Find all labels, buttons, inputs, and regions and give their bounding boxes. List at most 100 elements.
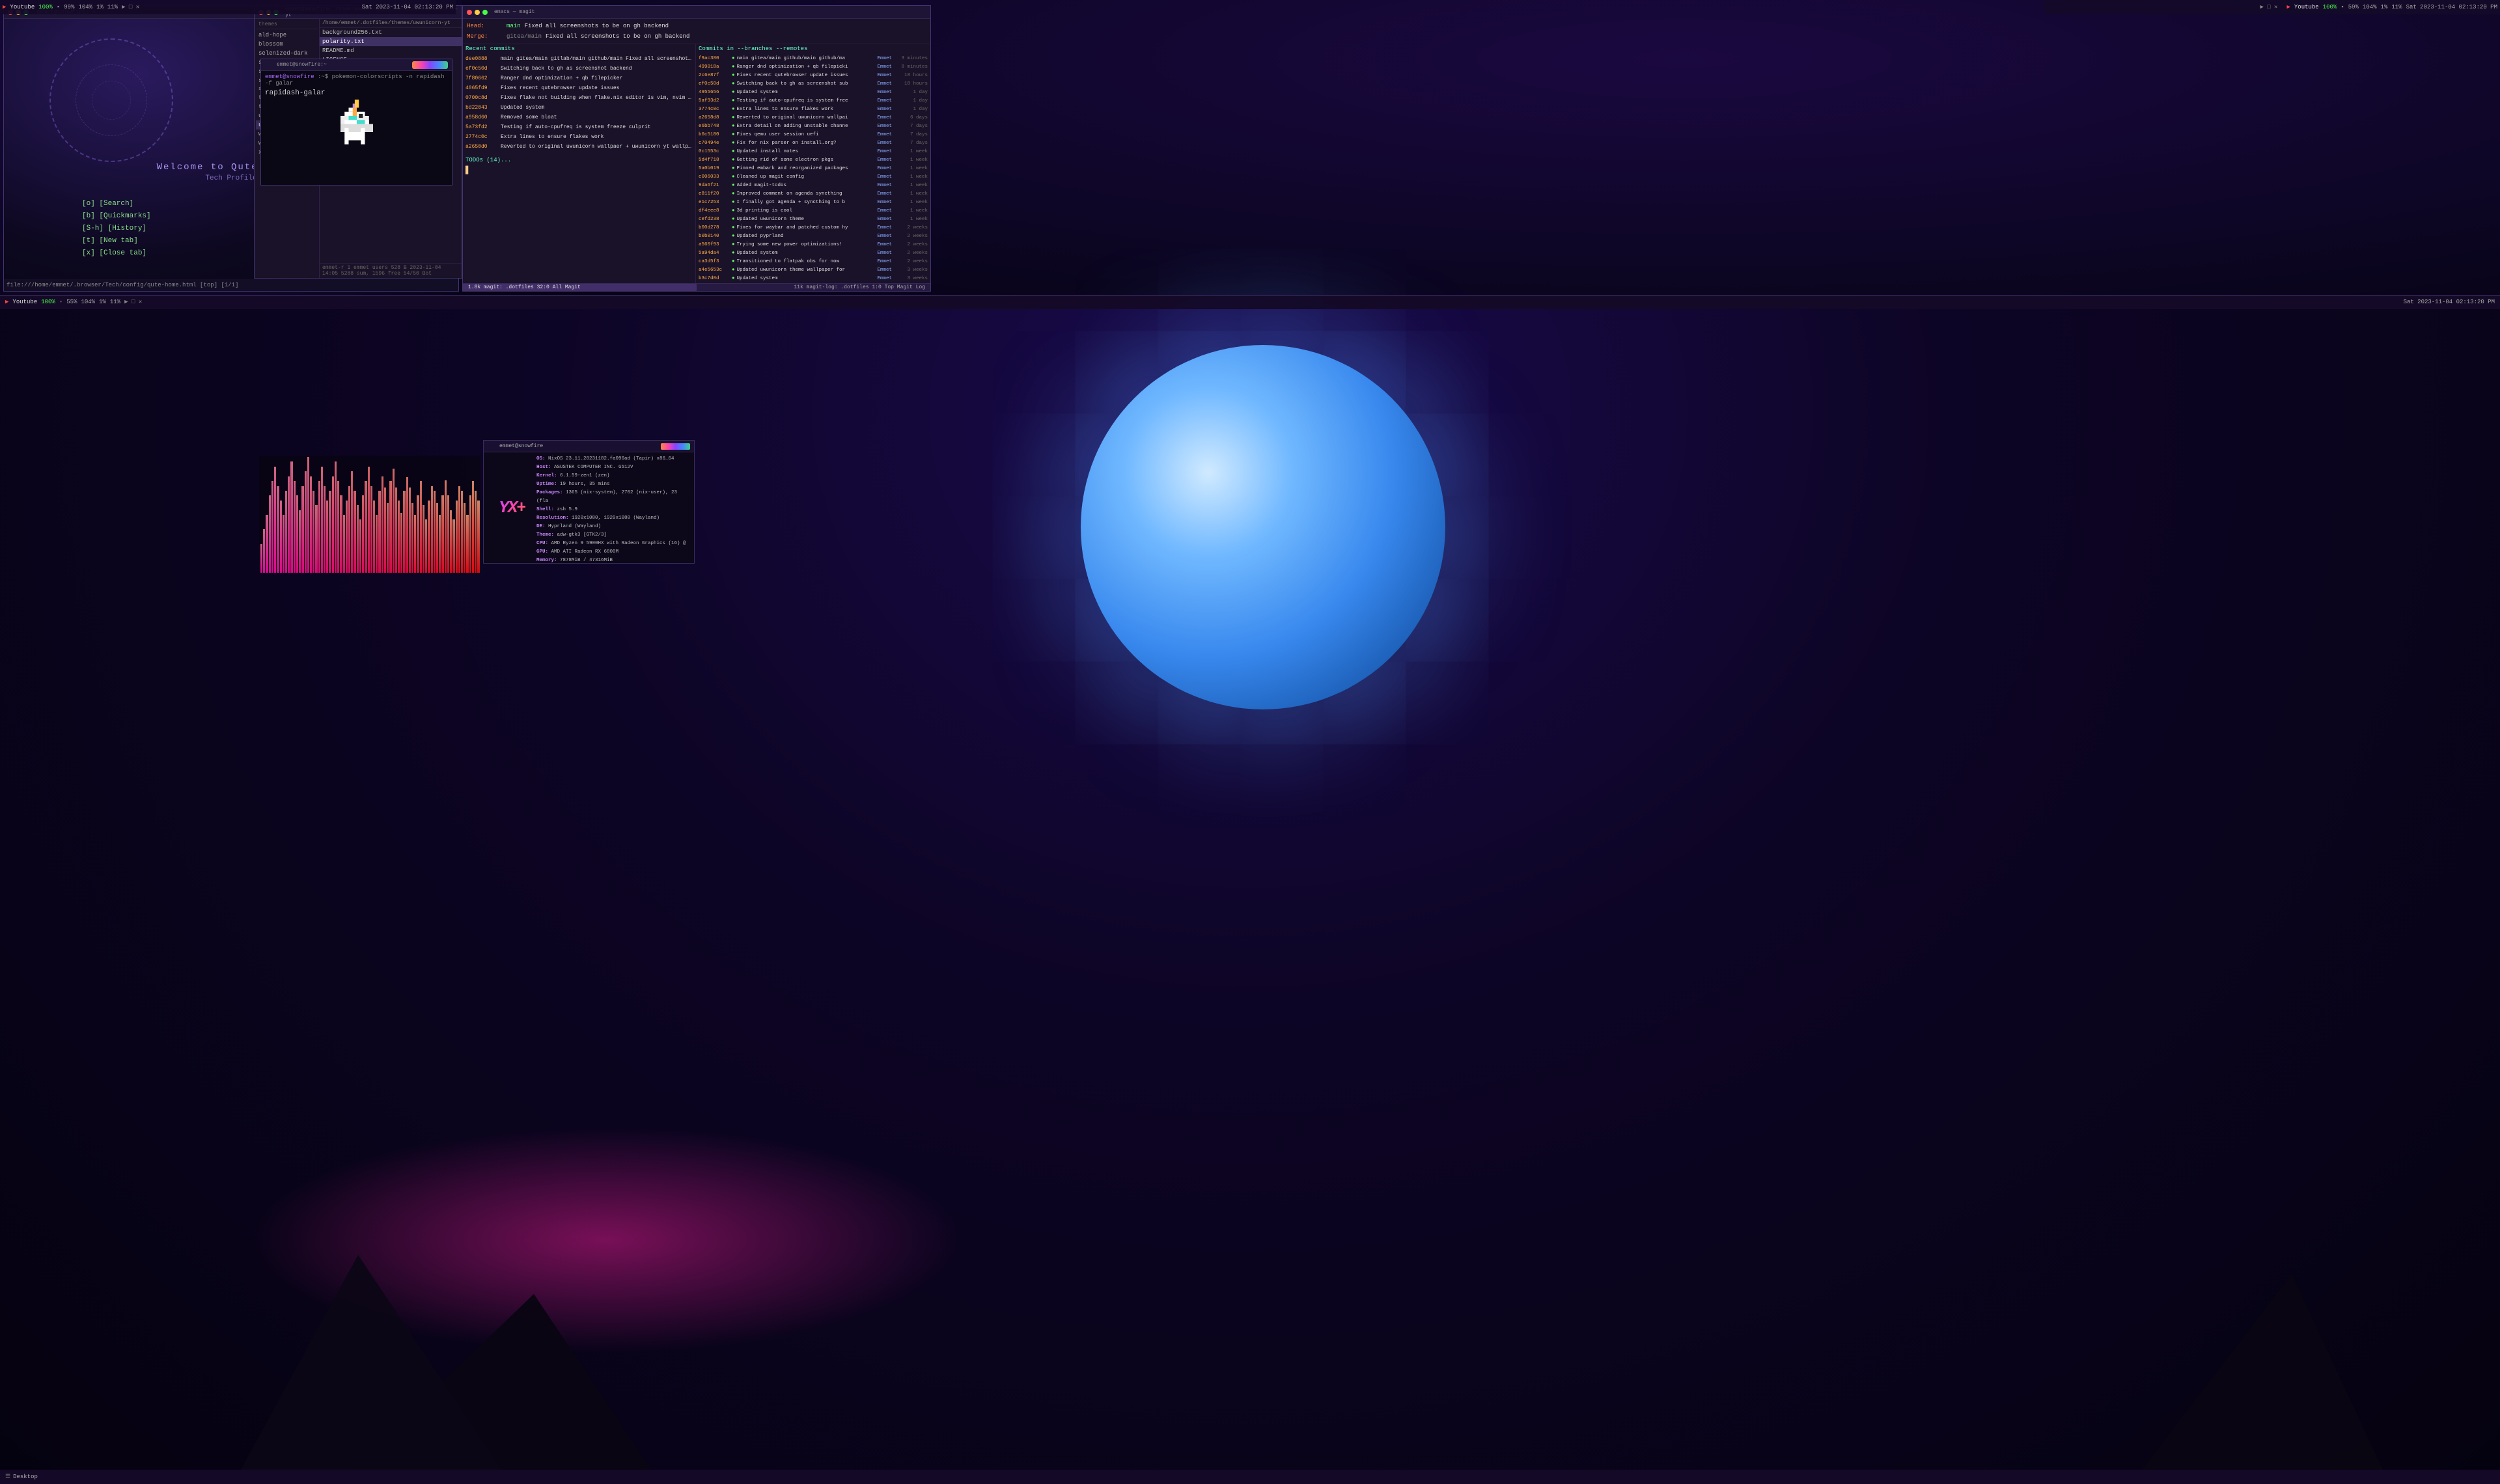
taskbar-app-label-right[interactable]: Youtube — [2294, 4, 2319, 10]
bottom-taskbar: ▶ Youtube 100% ▪ 55% 104% 1% 11% ▶ □ ✕ S… — [0, 295, 2500, 309]
viz-bar-12 — [294, 481, 296, 573]
emacs-max-dot[interactable] — [482, 10, 488, 15]
magit-log-row-7: a2658d8 ● Reverted to original uwunicorn… — [699, 113, 928, 122]
magit-log-rows: f9ac380 ● main gitea/main github/main gi… — [699, 54, 928, 283]
magit-log-row-0: f9ac380 ● main gitea/main github/main gi… — [699, 54, 928, 62]
viz-bar-22 — [321, 467, 323, 573]
rapidash-pokemon-name: rapidash-galar — [265, 89, 325, 97]
qb-menu-item-quickmarks[interactable]: [b] [Quickmarks] — [82, 210, 151, 223]
viz-bar-51 — [400, 513, 402, 573]
magit-log-row-17: e1c7253 ● I finally got agenda + syncthi… — [699, 198, 928, 206]
nf-os-row: OS: NixOS 23.11.20231182.fa090ad (Tapir)… — [536, 455, 690, 463]
emacs-header: Head: main Fixed all screenshots to be o… — [463, 19, 930, 44]
fm-sidebar-item-sel-dark1[interactable]: selenized-dark — [256, 49, 318, 58]
fm-file-polarity[interactable]: polarity.txt — [320, 37, 462, 46]
magit-log-row-20: b00d278 ● Fixes for waybar and patched c… — [699, 223, 928, 232]
magit-log-row-5: 5af93d2 ● Testing if auto-cpufreq is sys… — [699, 96, 928, 105]
fm-sidebar-item-ald-hope[interactable]: ald-hope — [256, 31, 318, 40]
fm-sidebar-item-blossom[interactable]: blossom — [256, 40, 318, 49]
emacs-main: Recent commits dee0888 main gitea/main g… — [463, 44, 930, 283]
viz-bar-67 — [445, 480, 447, 573]
magit-log-row-21: b0b0140 ● Updated pyprland Emmet 2 weeks — [699, 232, 928, 240]
viz-bar-0 — [260, 544, 262, 573]
viz-bar-59 — [423, 505, 424, 573]
viz-bar-4 — [271, 481, 273, 573]
taskbar-datetime-left: Sat 2023-11-04 02:13:20 PM — [362, 4, 453, 10]
viz-bar-66 — [441, 495, 443, 573]
nf-uptime-row: Uptime: 19 hours, 35 mins — [536, 480, 690, 489]
magit-log-row-15: 9da6f21 ● Added magit-todos Emmet 1 week — [699, 181, 928, 189]
taskbar-indicator-1: ▪ — [57, 4, 60, 10]
viz-bar-18 — [310, 476, 312, 573]
monitor-divider-line — [0, 295, 2500, 296]
taskbar-battery-right: 100% — [2323, 4, 2337, 10]
fm-file-bg256[interactable]: background256.txt — [320, 28, 462, 37]
viz-bar-48 — [393, 469, 395, 573]
viz-bar-56 — [414, 515, 416, 573]
nf-kernel-row: Kernel: 6.1.59-zen1 (zen) — [536, 472, 690, 480]
magit-commit-1: ef0c50d Switching back to gh as screensh… — [465, 64, 693, 74]
bottom-taskbar-app[interactable]: Youtube — [12, 299, 37, 305]
viz-bar-38 — [365, 481, 367, 573]
mountain-3 — [2142, 1274, 2383, 1470]
qb-menu-item-closetab[interactable]: [x] [Close tab] — [82, 247, 151, 260]
fm-bottom-info: emmet-r 1 emmet users 528 B 2023-11-04 1… — [320, 263, 462, 278]
viz-bar-30 — [343, 515, 345, 573]
taskbar-app-label-left[interactable]: Youtube — [10, 4, 35, 10]
viz-bar-36 — [359, 519, 361, 573]
viz-bar-71 — [456, 501, 458, 573]
magit-log-row-14: c006033 ● Cleaned up magit config Emmet … — [699, 172, 928, 181]
viz-bar-32 — [348, 486, 350, 573]
magit-commit-2: 7f80662 Ranger dnd optimization + qb fil… — [465, 74, 693, 83]
viz-bar-69 — [450, 510, 452, 573]
magit-modeline-left: 1.8k magit: .dotfiles 32:0 All Magit — [463, 284, 697, 291]
bottom-taskbar-mem: 104% — [81, 299, 95, 305]
magit-cursor[interactable]: ▋ — [465, 166, 693, 175]
emacs-magit-window: emacs — magit Head: main Fixed all scree… — [462, 5, 931, 292]
viz-bar-74 — [464, 503, 465, 573]
viz-bar-41 — [373, 501, 375, 573]
global-tb-icon: ☰ — [5, 1474, 10, 1480]
viz-bar-35 — [357, 505, 359, 573]
audio-visualizer-container — [259, 456, 480, 573]
viz-bar-15 — [301, 486, 303, 573]
viz-bar-37 — [362, 495, 364, 573]
viz-bar-40 — [370, 486, 372, 573]
qb-menu-item-search[interactable]: [o] [Search] — [82, 198, 151, 210]
viz-bar-21 — [318, 481, 320, 573]
viz-bar-44 — [382, 476, 383, 573]
magit-log-row-10: c70494e ● Fix for nix parser on install.… — [699, 139, 928, 147]
qb-diagram-inner — [92, 81, 131, 120]
magit-log-row-19: cefd238 ● Updated uwunicorn theme Emmet … — [699, 215, 928, 223]
viz-bar-31 — [346, 501, 348, 573]
qb-menu-item-newtab[interactable]: [t] [New tab] — [82, 235, 151, 247]
qb-statusbar: file:///home/emmet/.browser/Tech/config/… — [4, 279, 458, 291]
emacs-content: Head: main Fixed all screenshots to be o… — [463, 19, 930, 291]
nf-cpu-row: CPU: AMD Ryzen 9 5900HX with Radeon Grap… — [536, 540, 690, 548]
emacs-min-dot[interactable] — [475, 10, 480, 15]
magit-log-row-9: b6c5180 ● Fixes qemu user session uefi E… — [699, 130, 928, 139]
taskbar-time-tag-left: 11% — [107, 4, 118, 10]
qb-menu-item-history[interactable]: [S-h] [History] — [82, 223, 151, 235]
magit-log-row-6: 3774c0c ● Extra lines to ensure flakes w… — [699, 105, 928, 113]
viz-bar-3 — [269, 495, 271, 573]
viz-bar-24 — [326, 501, 328, 573]
nf-theme-row: Theme: adw-gtk3 [GTK2/3] — [536, 531, 690, 540]
bottom-taskbar-controls[interactable]: ▶ □ ✕ — [124, 299, 142, 305]
viz-bar-42 — [376, 515, 378, 573]
emacs-close-dot[interactable] — [467, 10, 472, 15]
fm-file-readme[interactable]: README.md — [320, 46, 462, 55]
taskbar-icons-right[interactable]: ▶ □ ✕ — [2260, 4, 2277, 10]
taskbar-icons-left[interactable]: ▶ □ ✕ — [122, 4, 139, 10]
viz-bar-63 — [434, 491, 436, 573]
nf-de-row: DE: Hyprland (Wayland) — [536, 523, 690, 531]
magit-log-row-22: a560f93 ● Trying some new power optimiza… — [699, 240, 928, 249]
viz-bar-10 — [288, 476, 290, 573]
viz-bar-79 — [477, 501, 479, 573]
fm-breadcrumb: /home/emmet/.dotfiles/themes/uwunicorn-y… — [320, 19, 462, 28]
viz-bar-76 — [469, 495, 471, 573]
taskbar-cpu-right: 59% — [2348, 4, 2359, 10]
global-tb-label: Desktop — [13, 1474, 38, 1480]
magit-log-row-26: b3c7d0d ● Updated system Emmet 3 weeks — [699, 274, 928, 282]
taskbar-cpu-left: 99% — [64, 4, 74, 10]
